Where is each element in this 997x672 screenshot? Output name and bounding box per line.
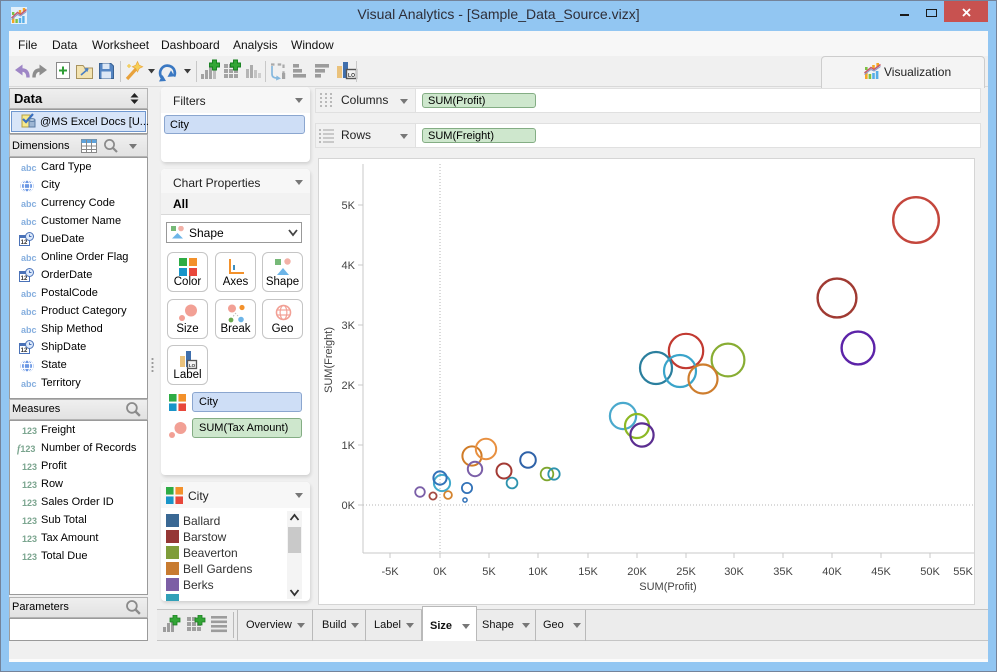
svg-text:0K: 0K <box>342 500 356 512</box>
svg-text:25K: 25K <box>676 566 696 578</box>
svg-text:LO: LO <box>189 363 196 368</box>
svg-text:LO: LO <box>348 73 355 79</box>
svg-text:5K: 5K <box>482 566 496 578</box>
svg-text:30K: 30K <box>724 566 744 578</box>
svg-text:SUM(Profit): SUM(Profit) <box>639 581 696 593</box>
svg-text:10K: 10K <box>528 566 548 578</box>
svg-text:40K: 40K <box>822 566 842 578</box>
svg-text:SUM(Freight): SUM(Freight) <box>323 327 335 393</box>
svg-text:55K: 55K <box>953 566 973 578</box>
svg-text:-5K: -5K <box>381 566 399 578</box>
svg-text:12: 12 <box>21 240 28 246</box>
svg-text:12: 12 <box>21 348 28 354</box>
svg-text:45K: 45K <box>871 566 891 578</box>
svg-text:5K: 5K <box>342 200 356 212</box>
svg-text:15K: 15K <box>578 566 598 578</box>
svg-text:35K: 35K <box>773 566 793 578</box>
svg-text:2K: 2K <box>342 380 356 392</box>
svg-text:4K: 4K <box>342 260 356 272</box>
svg-text:1K: 1K <box>342 440 356 452</box>
svg-text:20K: 20K <box>627 566 647 578</box>
svg-text:12: 12 <box>21 276 28 282</box>
svg-text:3K: 3K <box>342 320 356 332</box>
svg-text:0K: 0K <box>433 566 447 578</box>
svg-text:50K: 50K <box>920 566 940 578</box>
